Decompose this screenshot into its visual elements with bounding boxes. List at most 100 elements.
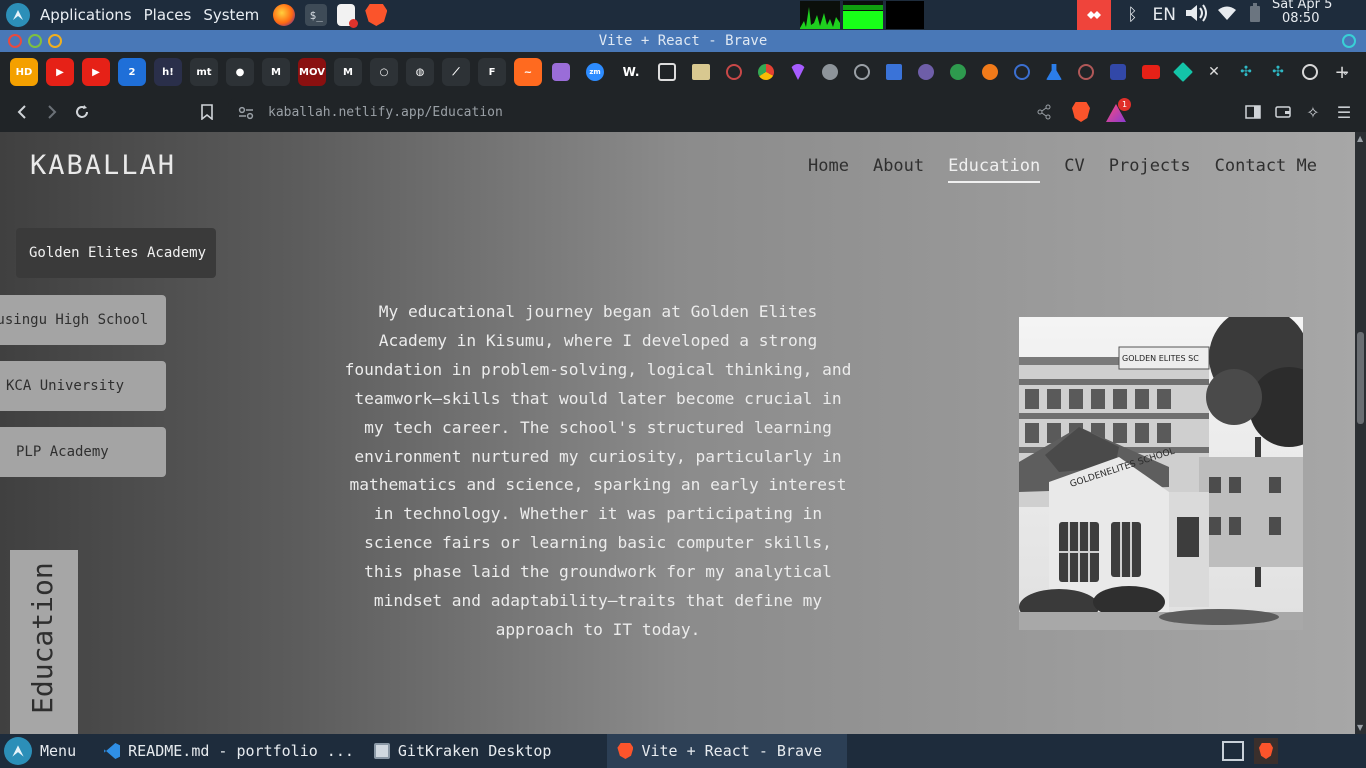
diamond-icon[interactable] <box>1173 62 1193 82</box>
applications-menu[interactable]: Applications <box>34 6 138 24</box>
gmail-icon[interactable]: M <box>262 58 290 86</box>
brave-tray-icon[interactable] <box>1254 738 1278 764</box>
wifi-icon[interactable] <box>1212 6 1242 24</box>
hd-icon[interactable]: HD <box>10 58 38 86</box>
wallet-icon[interactable] <box>1268 97 1298 127</box>
school-tab-plp[interactable]: PLP Academy <box>0 427 166 477</box>
zoom-icon[interactable]: zm <box>586 63 604 81</box>
nav-cv[interactable]: CV <box>1064 156 1084 183</box>
maximize-window-button[interactable] <box>48 34 62 48</box>
heptabase-icon[interactable] <box>552 63 570 81</box>
azure-devops-icon[interactable] <box>886 64 902 80</box>
terminal-icon[interactable]: $_ <box>305 4 328 26</box>
movie-icon[interactable]: MOV <box>298 58 326 86</box>
window-sticky-button[interactable] <box>1342 34 1356 48</box>
main-menu-icon[interactable]: ☰ <box>1329 97 1359 127</box>
web-page: KABALLAH Home About Education CV Project… <box>0 132 1355 734</box>
wave-icon[interactable]: ~ <box>514 58 542 86</box>
window-titlebar[interactable]: Vite + React - Brave <box>0 30 1366 52</box>
battery-icon[interactable] <box>1242 3 1268 27</box>
clock[interactable]: Sat Apr 5 08:50 <box>1266 0 1362 26</box>
youtube-icon[interactable] <box>1142 65 1160 79</box>
task-brave[interactable]: Vite + React - Brave <box>607 734 848 768</box>
bookmark-site-icon[interactable] <box>854 64 870 80</box>
site-info-icon[interactable] <box>238 105 254 124</box>
nav-projects[interactable]: Projects <box>1109 156 1191 183</box>
school-tab-golden-elites[interactable]: Golden Elites Academy <box>16 228 216 278</box>
bluetooth-icon[interactable]: ᛒ <box>1121 5 1145 25</box>
brave-icon[interactable] <box>365 4 388 26</box>
site-logo[interactable]: KABALLAH <box>30 150 176 181</box>
workspace-switcher-icon[interactable] <box>1222 741 1244 761</box>
browser-toolbar: kaballah.netlify.app/Education 1 ✧ ☰ <box>0 92 1366 132</box>
two-icon[interactable]: 2 <box>118 58 146 86</box>
url-path: /Education <box>424 104 503 120</box>
school-tab-kca[interactable]: KCA University <box>0 361 166 411</box>
firefox-icon[interactable] <box>273 4 296 26</box>
vite-icon[interactable] <box>790 64 806 80</box>
places-menu[interactable]: Places <box>138 6 198 24</box>
close-window-button[interactable] <box>8 34 22 48</box>
sourceforge-icon[interactable] <box>658 63 676 81</box>
hashnode-icon[interactable]: h! <box>154 58 182 86</box>
task-gitkraken[interactable]: GitKraken Desktop <box>364 734 562 768</box>
nav-home[interactable]: Home <box>808 156 849 183</box>
school-tab-musingu[interactable]: Musingu High School <box>0 295 166 345</box>
photo-sign-upper: GOLDEN ELITES SC <box>1122 354 1199 363</box>
webflow-icon[interactable]: W. <box>620 63 642 81</box>
bookmark-site-icon[interactable] <box>950 64 966 80</box>
scrollbar-thumb[interactable] <box>1357 332 1364 424</box>
slack-icon[interactable]: ✣ <box>1270 64 1286 80</box>
scroll-up-arrow-icon[interactable]: ▲ <box>1357 134 1363 143</box>
text-editor-icon[interactable] <box>337 4 359 28</box>
start-menu-button[interactable]: Menu <box>0 734 86 768</box>
bookmark-site-icon[interactable] <box>1014 64 1030 80</box>
system-menu[interactable]: System <box>197 6 265 24</box>
notes-icon[interactable] <box>692 64 710 80</box>
slack-icon[interactable]: ✣ <box>1238 64 1254 80</box>
chrome-icon[interactable] <box>758 64 774 80</box>
back-button[interactable] <box>7 97 37 127</box>
youtube-icon[interactable]: ▶ <box>82 58 110 86</box>
bookmark-site-icon[interactable] <box>982 64 998 80</box>
volume-icon[interactable] <box>1184 2 1212 28</box>
brave-shield-icon[interactable] <box>1302 64 1318 80</box>
anydesk-icon[interactable] <box>1076 0 1111 30</box>
framer-icon[interactable]: F <box>478 58 506 86</box>
forward-button[interactable] <box>37 97 67 127</box>
shield-icon[interactable] <box>1110 64 1126 80</box>
sidebar-toggle-icon[interactable] <box>1238 97 1268 127</box>
brave-icon <box>1259 743 1273 759</box>
leo-ai-icon[interactable]: ✧ <box>1298 97 1328 127</box>
nav-about[interactable]: About <box>873 156 924 183</box>
bookmarks-overflow-chevron-icon[interactable]: ⌄ <box>1340 64 1356 79</box>
globe-icon[interactable] <box>822 64 838 80</box>
bookmark-site-icon[interactable] <box>726 64 742 80</box>
keyboard-layout-indicator[interactable]: EN <box>1153 5 1176 25</box>
bookmark-site-icon[interactable] <box>1078 64 1094 80</box>
cpu-monitor-graph <box>800 1 840 29</box>
youtube-icon[interactable]: ▶ <box>46 58 74 86</box>
close-bookmark-icon[interactable]: ✕ <box>1206 64 1222 80</box>
gmail-icon[interactable]: M <box>334 58 362 86</box>
distro-logo-icon[interactable] <box>6 3 30 27</box>
nav-contact-me[interactable]: Contact Me <box>1215 156 1317 183</box>
address-bar[interactable]: kaballah.netlify.app/Education <box>228 98 1108 126</box>
mt-icon[interactable]: mt <box>190 58 218 86</box>
os-top-panel: Applications Places System $_ ᛒ EN Sat A… <box>0 0 1366 30</box>
page-scrollbar[interactable]: ▲ ▼ <box>1355 132 1366 734</box>
reload-button[interactable] <box>67 97 97 127</box>
globe-icon[interactable]: ◍ <box>406 58 434 86</box>
github-icon[interactable]: ● <box>226 58 254 86</box>
circle-icon[interactable]: ○ <box>370 58 398 86</box>
task-vscode[interactable]: README.md - portfolio ... <box>94 734 364 768</box>
bookmark-page-button[interactable] <box>192 97 222 127</box>
bookmark-site-icon[interactable] <box>918 64 934 80</box>
nav-education[interactable]: Education <box>948 156 1041 183</box>
feather-icon[interactable]: ⟋ <box>442 58 470 86</box>
flask-icon[interactable] <box>1046 64 1062 80</box>
scroll-down-arrow-icon[interactable]: ▼ <box>1357 723 1363 732</box>
share-icon[interactable] <box>1036 104 1052 124</box>
bookmarks-bar-extra: zm W. ✕ ✣ ✣ + <box>552 62 1358 83</box>
minimize-window-button[interactable] <box>28 34 42 48</box>
